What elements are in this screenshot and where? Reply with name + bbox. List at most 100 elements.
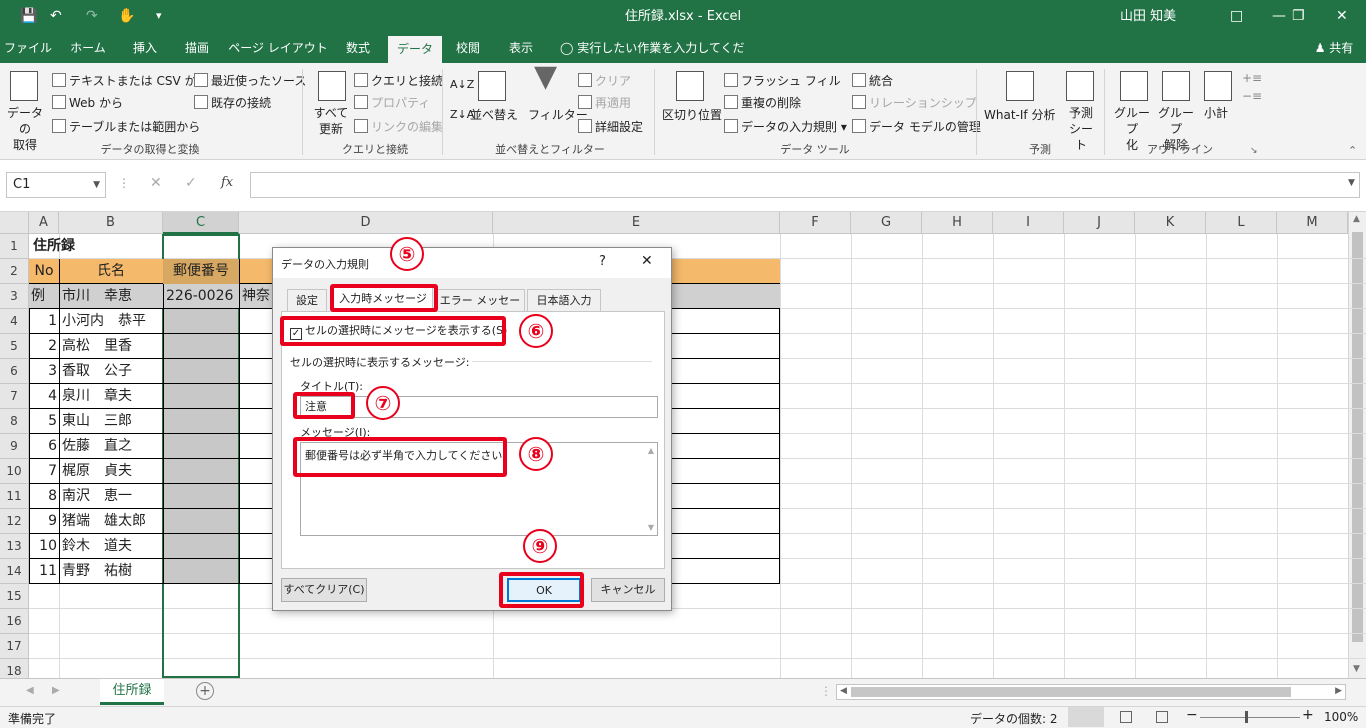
from-table-button[interactable]: テーブルまたは範囲から xyxy=(52,119,200,135)
properties-button[interactable]: プロパティ xyxy=(354,95,430,111)
subtotal-button[interactable]: 小計 xyxy=(1204,105,1228,121)
row-header[interactable]: 8 xyxy=(0,409,29,434)
row-header[interactable]: 12 xyxy=(0,509,29,534)
scroll-up-icon[interactable]: ▲ xyxy=(648,446,654,455)
from-web-button[interactable]: Web から xyxy=(52,95,123,111)
vertical-scroll-thumb[interactable] xyxy=(1352,232,1363,642)
cancel-button[interactable]: キャンセル xyxy=(591,578,665,602)
tab-file[interactable]: ファイル xyxy=(0,33,56,63)
scroll-left-icon[interactable]: ◀ xyxy=(840,686,847,696)
column-header-b[interactable]: B xyxy=(59,212,163,234)
data-model-button[interactable]: データ モデルの管理 xyxy=(852,119,981,135)
tab-error-alert[interactable]: エラー メッセージ xyxy=(435,289,525,329)
advanced-button[interactable]: 詳細設定 xyxy=(578,119,643,135)
dialog-launcher-icon[interactable]: ↘ xyxy=(1250,143,1258,159)
column-header-g[interactable]: G xyxy=(851,212,922,234)
insert-function-icon[interactable]: fx xyxy=(221,175,233,190)
collapse-ribbon-icon[interactable]: ⌃ xyxy=(1348,143,1357,159)
tab-page-layout[interactable]: ページ レイアウト xyxy=(228,33,328,63)
reapply-button[interactable]: 再適用 xyxy=(578,95,631,111)
row-header[interactable]: 17 xyxy=(0,634,29,659)
scroll-down-icon[interactable]: ▼ xyxy=(1353,664,1360,674)
tab-ime-mode[interactable]: 日本語入力 xyxy=(527,289,601,311)
sort-button[interactable]: 並べ替え xyxy=(470,107,518,123)
row-header[interactable]: 3 xyxy=(0,284,29,309)
scroll-down-icon[interactable]: ▼ xyxy=(648,523,654,532)
show-detail-icon[interactable]: +≡ −≡ xyxy=(1242,69,1262,105)
row-header[interactable]: 16 xyxy=(0,609,29,634)
row-header[interactable]: 4 xyxy=(0,309,29,334)
zoom-level[interactable]: 100% xyxy=(1324,710,1358,724)
row-header[interactable]: 1 xyxy=(0,234,29,259)
close-icon[interactable]: ✕ xyxy=(641,253,653,269)
sort-az-icon[interactable]: A↓Z xyxy=(450,77,474,93)
row-header[interactable]: 6 xyxy=(0,359,29,384)
data-validation-button[interactable]: データの入力規則 ▾ xyxy=(724,119,847,135)
refresh-all-button[interactable]: すべて 更新 xyxy=(310,105,352,137)
row-header[interactable]: 7 xyxy=(0,384,29,409)
tab-home[interactable]: ホーム xyxy=(60,33,116,63)
prev-sheet-icon[interactable]: ◀ xyxy=(26,685,34,696)
close-icon[interactable]: ✕ xyxy=(1336,6,1348,26)
get-data-button[interactable]: データの 取得 xyxy=(4,105,46,153)
maximize-icon[interactable]: ❐ xyxy=(1292,6,1305,26)
tab-draw[interactable]: 描画 xyxy=(172,33,222,63)
column-header-h[interactable]: H xyxy=(922,212,993,234)
name-box[interactable]: C1 ▼ xyxy=(6,172,106,198)
page-break-view-icon[interactable] xyxy=(1156,711,1168,723)
minimize-icon[interactable]: — xyxy=(1272,6,1286,26)
row-header[interactable]: 15 xyxy=(0,584,29,609)
cancel-icon[interactable]: ✕ xyxy=(150,175,162,191)
column-header-k[interactable]: K xyxy=(1135,212,1206,234)
drag-handle-icon[interactable]: ⋮ xyxy=(118,176,130,190)
scroll-up-icon[interactable]: ▲ xyxy=(1353,214,1360,224)
zoom-out-icon[interactable]: − xyxy=(1186,707,1198,723)
horizontal-scroll-thumb[interactable] xyxy=(851,687,1291,697)
queries-connections-button[interactable]: クエリと接続 xyxy=(354,73,443,89)
recent-sources-button[interactable]: 最近使ったソース xyxy=(194,73,306,89)
tab-data[interactable]: データ xyxy=(388,36,442,63)
tab-formulas[interactable]: 数式 xyxy=(334,33,382,63)
next-sheet-icon[interactable]: ▶ xyxy=(52,685,60,696)
select-all-corner[interactable] xyxy=(0,212,29,234)
row-header[interactable]: 10 xyxy=(0,459,29,484)
expand-formula-icon[interactable]: ▼ xyxy=(1348,178,1355,188)
normal-view-icon[interactable] xyxy=(1068,707,1104,727)
sheet-tab-active[interactable]: 住所録 xyxy=(100,679,164,705)
horizontal-scrollbar[interactable]: ◀ ▶ xyxy=(836,684,1346,700)
zoom-in-icon[interactable]: + xyxy=(1302,707,1314,723)
relationships-button[interactable]: リレーションシップ xyxy=(852,95,977,111)
scroll-right-icon[interactable]: ▶ xyxy=(1335,686,1342,696)
add-sheet-icon[interactable]: + xyxy=(196,682,214,700)
row-header[interactable]: 11 xyxy=(0,484,29,509)
row-header[interactable]: 5 xyxy=(0,334,29,359)
clear-button[interactable]: クリア xyxy=(578,73,631,89)
zoom-slider-thumb[interactable] xyxy=(1245,711,1248,723)
consolidate-button[interactable]: 統合 xyxy=(852,73,893,89)
column-header-e[interactable]: E xyxy=(493,212,780,234)
flash-fill-button[interactable]: フラッシュ フィル xyxy=(724,73,841,89)
column-header-m[interactable]: M xyxy=(1277,212,1348,234)
formula-input[interactable] xyxy=(250,172,1360,198)
column-header-l[interactable]: L xyxy=(1206,212,1277,234)
column-header-c[interactable]: C xyxy=(163,212,239,234)
whatif-button[interactable]: What-If 分析 xyxy=(984,107,1055,123)
text-to-columns-button[interactable]: 区切り位置 xyxy=(662,107,722,123)
page-layout-view-icon[interactable] xyxy=(1120,711,1132,723)
from-text-csv-button[interactable]: テキストまたは CSV から xyxy=(52,73,208,89)
ribbon-options-icon[interactable]: □ xyxy=(1230,6,1243,26)
worksheet-grid[interactable]: A B C D E F G H I J K L M ▲ ▼ 1 2 3 4 5 … xyxy=(0,212,1366,678)
row-header[interactable]: 9 xyxy=(0,434,29,459)
enter-icon[interactable]: ✓ xyxy=(185,175,197,191)
column-header-i[interactable]: I xyxy=(993,212,1064,234)
share-button[interactable]: ♟ 共有 xyxy=(1306,33,1362,63)
column-header-d[interactable]: D xyxy=(239,212,493,234)
row-header[interactable]: 2 xyxy=(0,259,29,284)
remove-duplicates-button[interactable]: 重複の削除 xyxy=(724,95,801,111)
tell-me-box[interactable]: ◯ 実行したい作業を入力してください xyxy=(560,33,750,85)
tab-insert[interactable]: 挿入 xyxy=(120,33,170,63)
column-header-j[interactable]: J xyxy=(1064,212,1135,234)
existing-connections-button[interactable]: 既存の接続 xyxy=(194,95,271,111)
column-header-a[interactable]: A xyxy=(29,212,59,234)
zoom-slider[interactable] xyxy=(1200,717,1300,718)
